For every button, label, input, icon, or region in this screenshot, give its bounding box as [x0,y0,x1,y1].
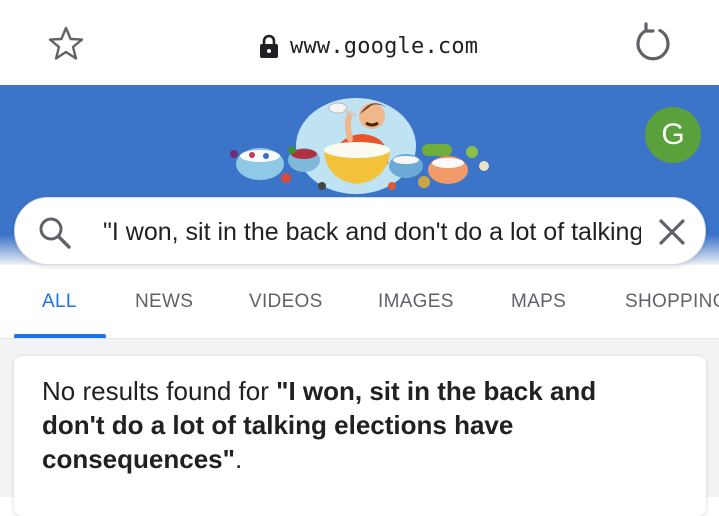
url-text: www.google.com [290,33,479,59]
account-avatar[interactable]: G [645,107,701,163]
search-tabs: ALL NEWS VIDEOS IMAGES MAPS SHOPPING [0,280,719,339]
google-doodle[interactable] [222,94,500,194]
tab-all[interactable]: ALL [42,291,77,313]
no-results-card: No results found for "I won, sit in the … [14,356,706,516]
tab-news[interactable]: NEWS [135,291,193,313]
search-bar[interactable]: "I won, sit in the back and don't do a l… [14,197,706,265]
tab-maps[interactable]: MAPS [511,291,566,313]
no-results-suffix: . [234,444,243,474]
address-bar[interactable]: www.google.com [258,28,478,64]
reload-icon[interactable] [630,20,676,66]
no-results-message: No results found for "I won, sit in the … [42,374,662,476]
browser-top-bar: www.google.com [0,0,719,85]
tab-shopping[interactable]: SHOPPING [625,291,719,313]
search-icon[interactable] [36,214,74,252]
no-results-prefix: No results found for [42,376,277,406]
lock-icon [260,34,278,58]
search-input[interactable]: "I won, sit in the back and don't do a l… [103,215,641,249]
active-tab-indicator [14,334,106,338]
tab-videos[interactable]: VIDEOS [249,291,323,313]
star-icon[interactable] [46,24,86,64]
tab-images[interactable]: IMAGES [378,291,454,313]
clear-icon[interactable] [655,215,689,249]
